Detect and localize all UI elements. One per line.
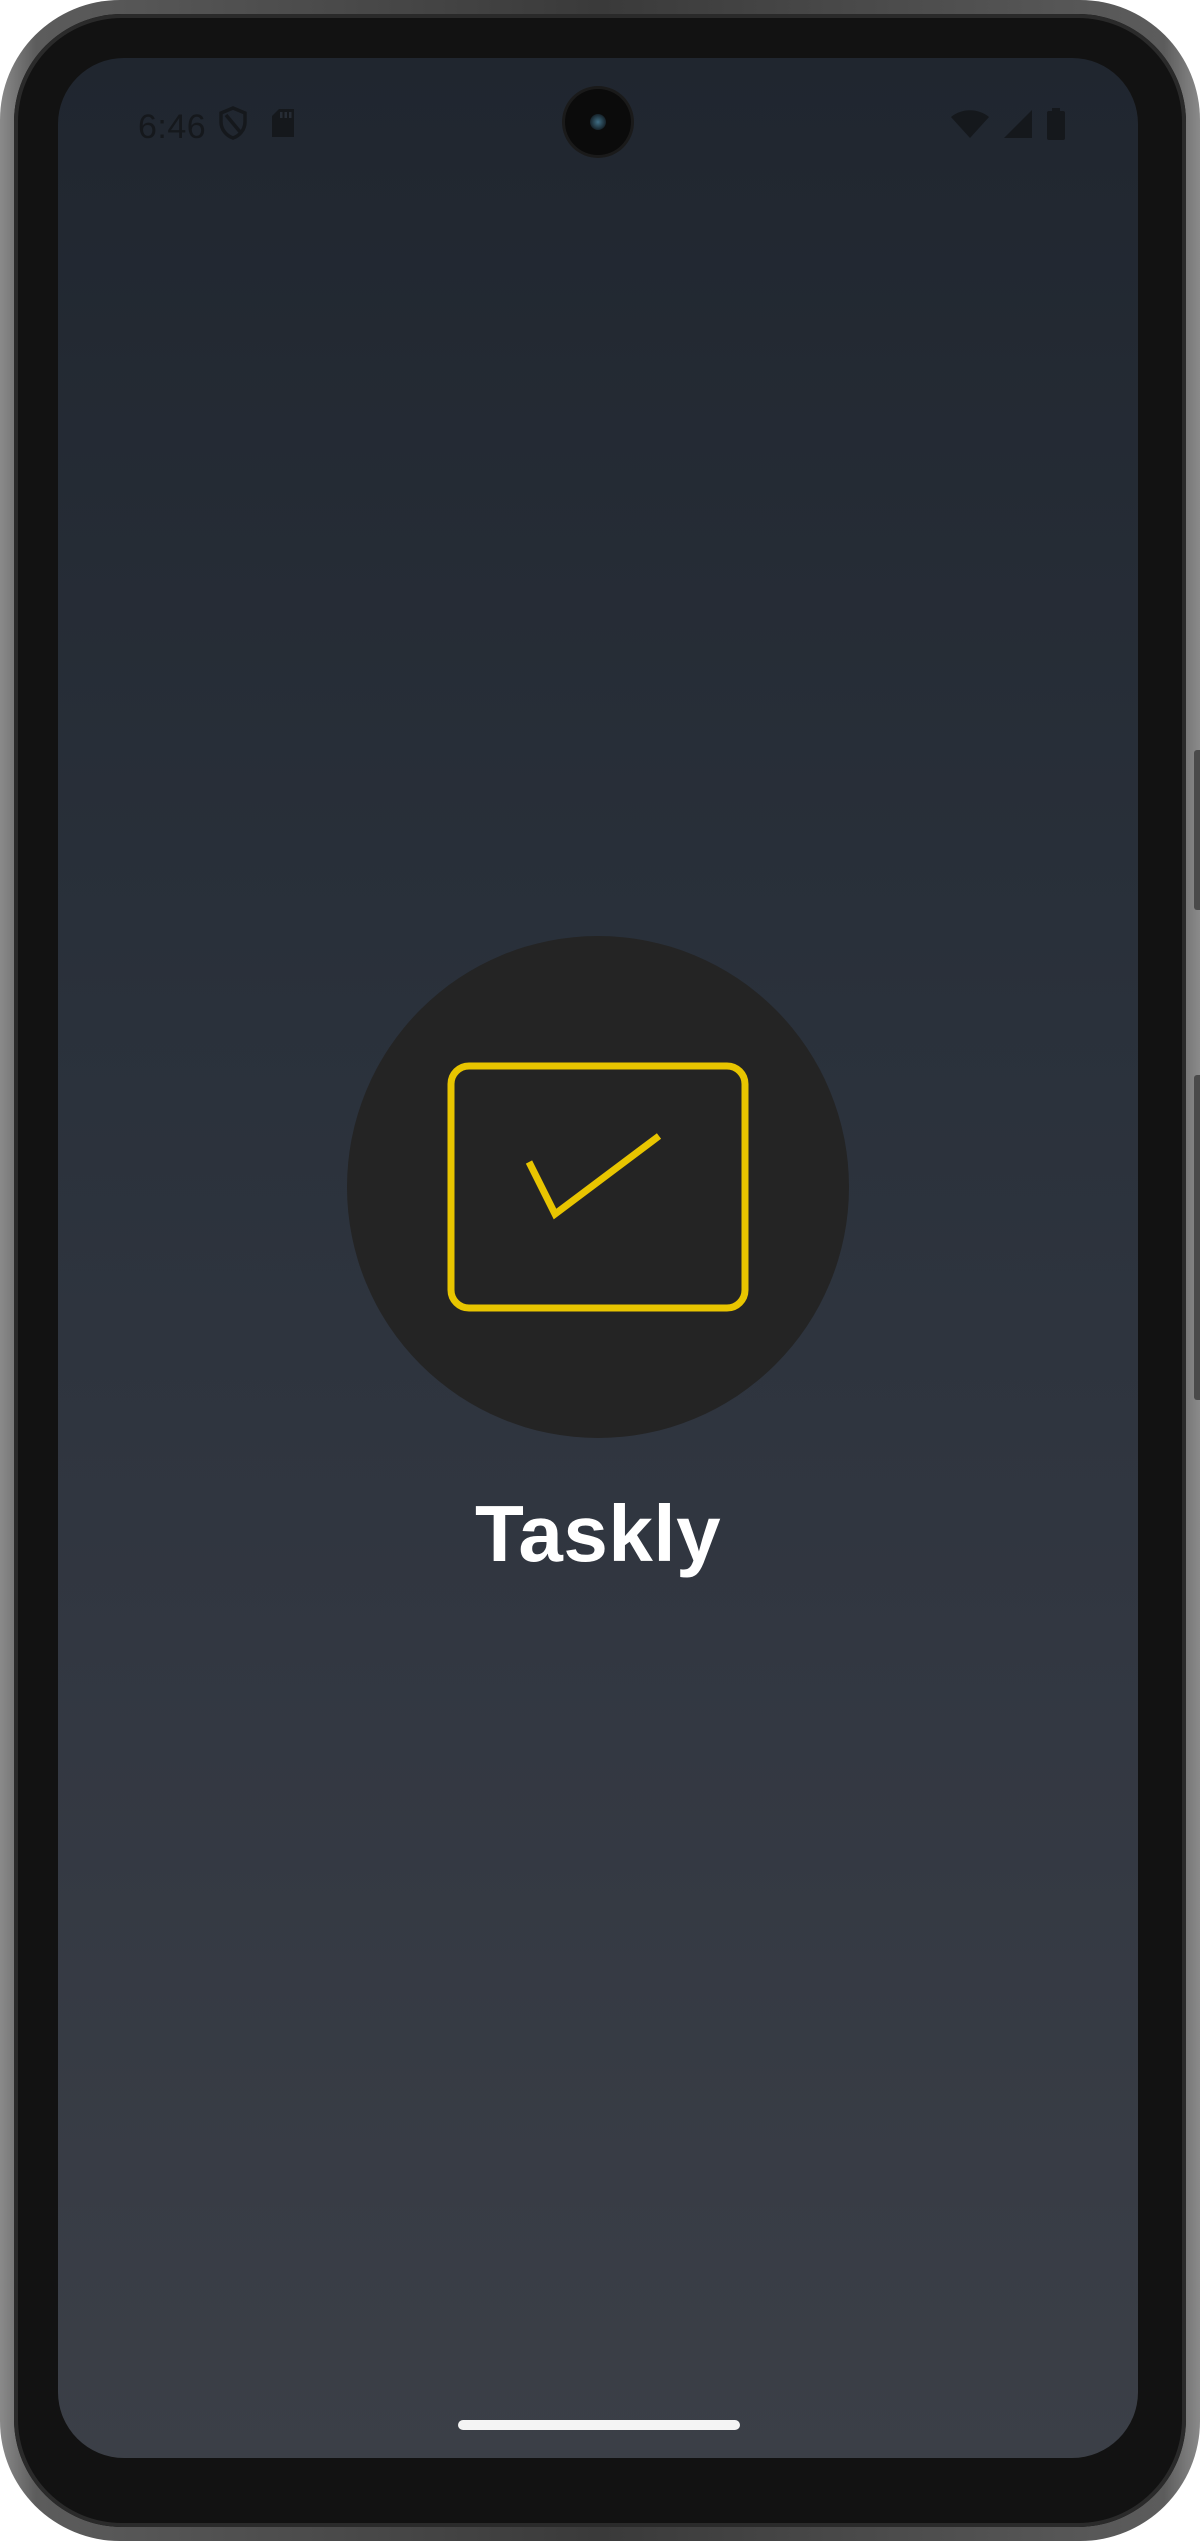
app-title: Taskly <box>474 1489 722 1578</box>
checkbox-check-icon <box>447 1062 749 1312</box>
wifi-icon <box>950 109 990 144</box>
battery-icon <box>1046 108 1066 145</box>
power-button <box>1194 750 1200 910</box>
home-gesture-bar[interactable] <box>458 2420 740 2430</box>
phone-frame: 6:46 Taskly <box>0 0 1200 2541</box>
splash-screen: 6:46 Taskly <box>58 58 1138 2458</box>
shield-icon <box>218 106 248 145</box>
status-time: 6:46 <box>138 108 207 146</box>
status-bar: 6:46 <box>58 58 1138 188</box>
volume-rocker <box>1194 1075 1200 1400</box>
sd-card-icon <box>270 107 296 144</box>
front-camera <box>565 89 631 155</box>
app-logo <box>347 936 849 1438</box>
cellular-signal-icon <box>1002 109 1034 144</box>
